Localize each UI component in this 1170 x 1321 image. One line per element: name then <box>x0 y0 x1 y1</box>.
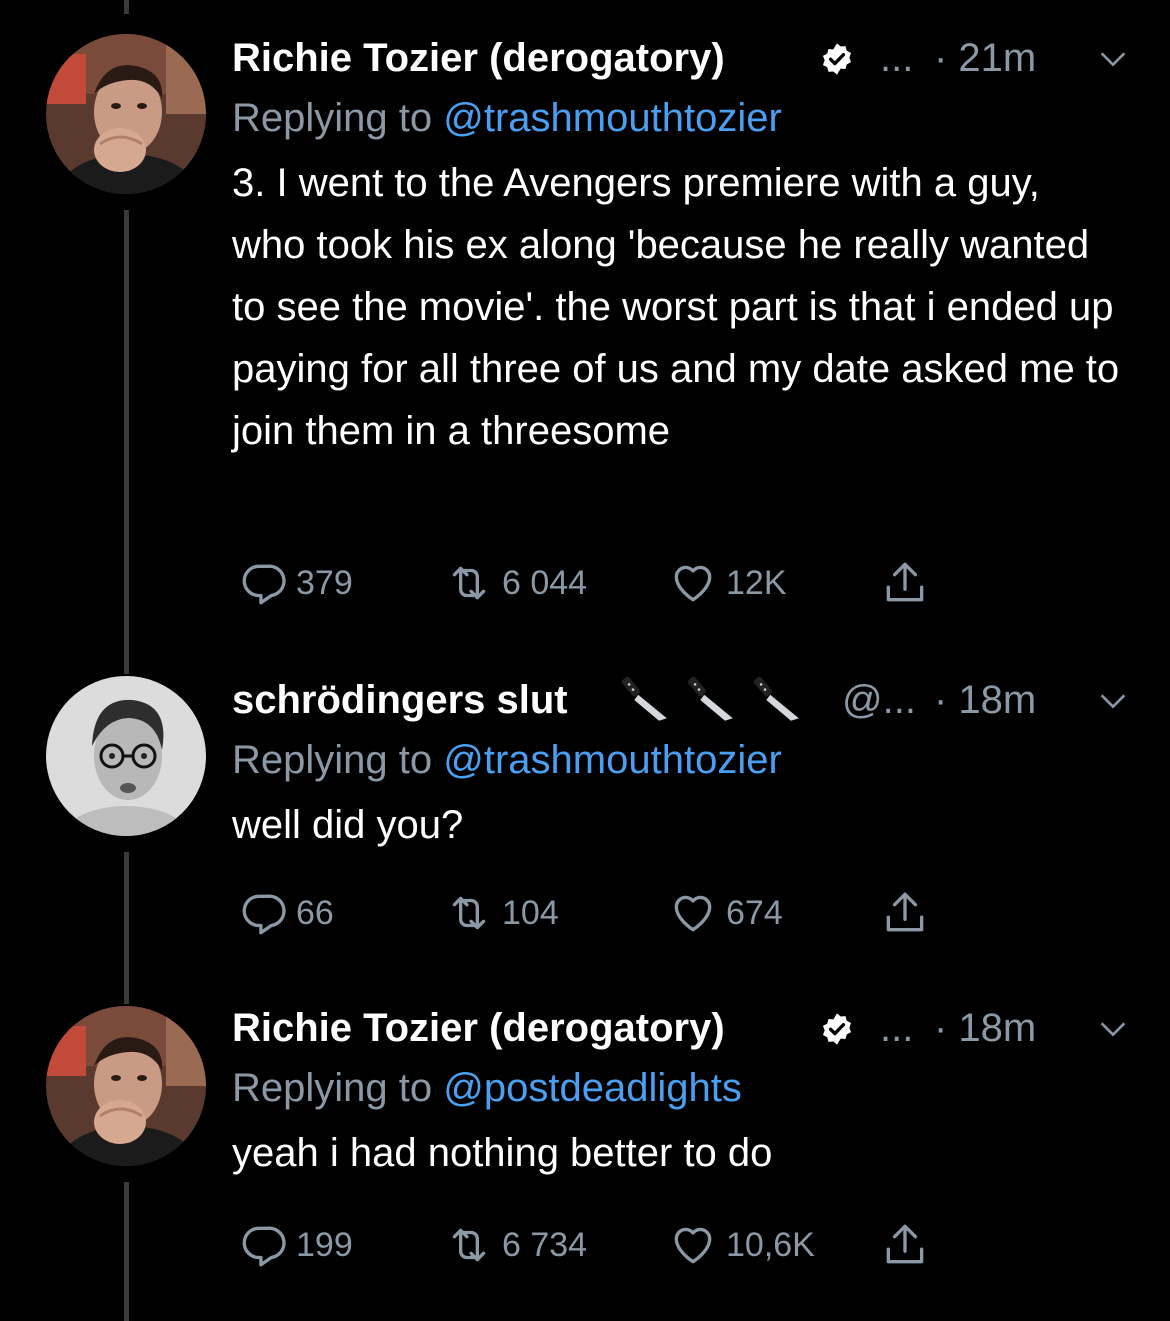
name-emoji <box>620 674 804 730</box>
thread-line-top <box>124 990 129 1004</box>
share-icon <box>886 892 924 932</box>
share-button[interactable] <box>880 558 938 608</box>
like-count: 12K <box>726 563 787 602</box>
thread-line <box>124 210 129 660</box>
share-icon <box>886 562 924 602</box>
share-button[interactable] <box>880 1220 938 1270</box>
thread-line <box>124 852 129 990</box>
like-icon <box>674 1227 712 1264</box>
like-icon <box>674 895 712 932</box>
share-icon <box>886 1224 924 1264</box>
tweet-header: Richie Tozier (derogatory) ... · 21m <box>232 28 1130 88</box>
avatar[interactable] <box>46 34 206 194</box>
tweet-text: well did you? <box>232 803 464 847</box>
display-name[interactable]: Richie Tozier (derogatory) <box>232 998 725 1058</box>
like-button[interactable]: 10,6K <box>668 1220 815 1270</box>
handle[interactable]: ... <box>880 998 913 1058</box>
replying-to: Replying to @postdeadlights <box>232 1058 1130 1118</box>
display-name[interactable]: Richie Tozier (derogatory) <box>232 28 725 88</box>
replying-to: Replying to @trashmouthtozier <box>232 730 1130 790</box>
tweet-actions: 379 6 044 12K <box>232 558 1170 608</box>
handle[interactable]: @... <box>842 670 916 730</box>
display-name[interactable]: schrödingers slut <box>232 670 568 730</box>
thread-line-top <box>124 0 129 14</box>
retweet-count: 6 734 <box>502 1225 588 1264</box>
retweet-icon <box>452 566 486 600</box>
retweet-count: 104 <box>502 893 559 932</box>
tweet-3[interactable]: Richie Tozier (derogatory) ... · 18m Rep… <box>0 990 1170 1321</box>
tweet-actions: 66 104 674 <box>232 888 1170 938</box>
replying-to-label: Replying to <box>232 96 433 140</box>
chevron-down-icon[interactable] <box>1096 1012 1130 1046</box>
replying-to: Replying to @trashmouthtozier <box>232 88 1130 148</box>
knife-icon <box>753 676 799 721</box>
retweet-icon <box>452 896 486 930</box>
timestamp[interactable]: · 21m <box>934 28 1036 88</box>
reply-icon <box>242 564 286 605</box>
chevron-down-icon[interactable] <box>1096 42 1130 76</box>
reply-count: 66 <box>296 893 334 932</box>
like-button[interactable]: 12K <box>668 558 787 608</box>
like-icon <box>674 565 712 602</box>
like-count: 10,6K <box>726 1225 815 1264</box>
handle[interactable]: ... <box>880 28 913 88</box>
thread-line <box>124 1182 129 1321</box>
retweet-button[interactable]: 6 044 <box>444 558 587 608</box>
thread-line-top <box>124 660 129 674</box>
avatar-photo <box>46 34 206 194</box>
retweet-button[interactable]: 6 734 <box>444 1220 587 1270</box>
tweet-header: schrödingers slut @... · 18m <box>232 670 1130 730</box>
knife-icon <box>621 676 667 721</box>
replying-to-label: Replying to <box>232 1066 433 1110</box>
reply-count: 379 <box>296 563 353 602</box>
share-button[interactable] <box>880 888 938 938</box>
verified-badge-icon <box>822 43 852 75</box>
mention-link[interactable]: @trashmouthtozier <box>443 738 782 782</box>
retweet-icon <box>452 1228 486 1262</box>
retweet-button[interactable]: 104 <box>444 888 559 938</box>
tweet-actions: 199 6 734 10,6K <box>232 1220 1170 1270</box>
reply-count: 199 <box>296 1225 353 1264</box>
avatar[interactable] <box>46 676 206 836</box>
reply-icon <box>242 894 286 935</box>
reply-button[interactable]: 379 <box>238 558 353 608</box>
tweet-2[interactable]: schrödingers slut @... · 18m Replying to… <box>0 660 1170 990</box>
verified-badge-icon <box>822 1013 852 1045</box>
replying-to-label: Replying to <box>232 738 433 782</box>
reply-button[interactable]: 66 <box>238 888 334 938</box>
mention-link[interactable]: @postdeadlights <box>443 1066 742 1110</box>
mention-link[interactable]: @trashmouthtozier <box>443 96 782 140</box>
like-count: 674 <box>726 893 783 932</box>
tweet-thread: Richie Tozier (derogatory) ... · 21m Rep… <box>0 0 1170 1321</box>
tweet-text: yeah i had nothing better to do <box>232 1131 773 1175</box>
avatar-photo <box>46 1006 206 1166</box>
timestamp[interactable]: · 18m <box>934 998 1036 1058</box>
chevron-down-icon[interactable] <box>1096 684 1130 718</box>
tweet-text: 3. I went to the Avengers premiere with … <box>232 161 1120 453</box>
reply-button[interactable]: 199 <box>238 1220 353 1270</box>
tweet-1[interactable]: Richie Tozier (derogatory) ... · 21m Rep… <box>0 0 1170 660</box>
like-button[interactable]: 674 <box>668 888 783 938</box>
timestamp[interactable]: · 18m <box>934 670 1036 730</box>
tweet-header: Richie Tozier (derogatory) ... · 18m <box>232 998 1130 1058</box>
retweet-count: 6 044 <box>502 563 588 602</box>
avatar[interactable] <box>46 1006 206 1166</box>
reply-icon <box>242 1226 286 1267</box>
avatar-photo <box>46 676 206 836</box>
knife-icon <box>687 676 733 721</box>
